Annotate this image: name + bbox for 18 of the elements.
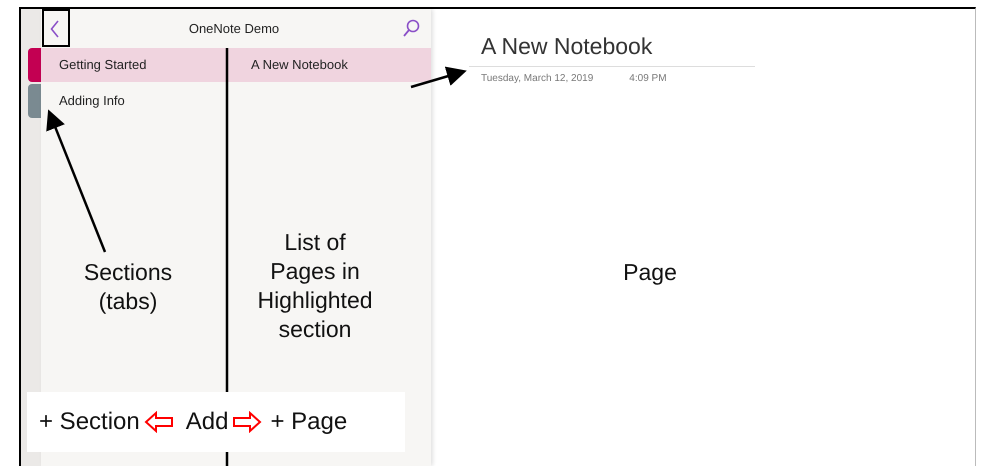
section-item[interactable]: Getting Started	[41, 48, 228, 82]
annotation-label: Sections (tabs)	[82, 258, 174, 316]
pointer-arrow	[410, 66, 467, 88]
legend-text: Add	[186, 407, 228, 437]
page-date: Tuesday, March 12, 2019	[481, 72, 594, 86]
legend-text: + Page	[270, 407, 348, 437]
page-item[interactable]: A New Notebook	[228, 48, 431, 82]
right-arrow-icon	[232, 411, 262, 433]
back-icon	[50, 20, 59, 38]
page-time: 4:09 PM	[629, 72, 667, 86]
annotation-label: List of Pages in Highlighted section	[256, 228, 374, 344]
search-icon	[400, 18, 421, 38]
legend-text: + Section	[39, 407, 140, 437]
annotation-label: Page	[622, 258, 678, 287]
page-title: A New Notebook	[481, 33, 654, 61]
notebook-title: OneNote Demo	[188, 20, 280, 38]
left-arrow-icon	[144, 411, 174, 433]
section-item[interactable]: Adding Info	[41, 84, 228, 118]
